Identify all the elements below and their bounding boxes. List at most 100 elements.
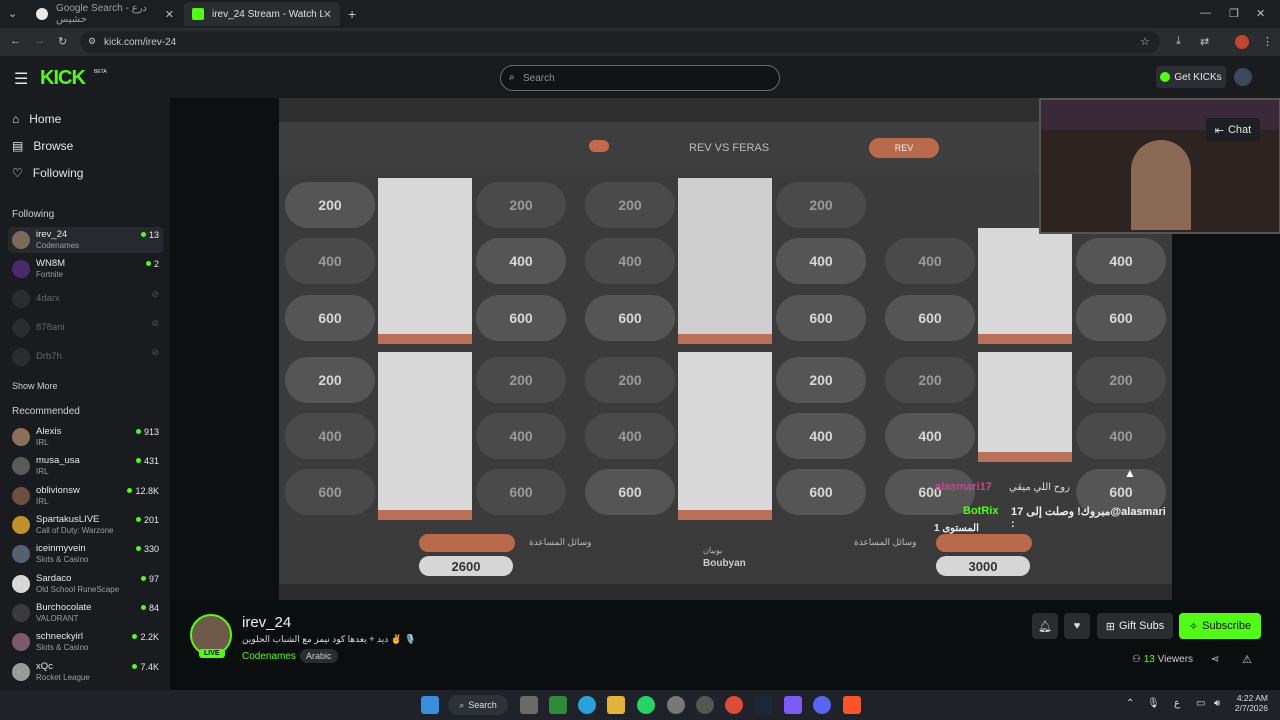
avatar — [12, 319, 30, 337]
recommended-channel[interactable]: musa_usa IRL 431 — [8, 453, 163, 479]
recommended-channel[interactable]: iceinmyvein Slots & Casino 330 — [8, 541, 163, 567]
get-kicks-button[interactable]: Get KICKs — [1156, 66, 1226, 88]
translate-icon[interactable]: ⇄ — [1200, 35, 1209, 48]
task-view-icon[interactable] — [520, 696, 538, 714]
user-avatar[interactable] — [1234, 68, 1252, 86]
sidebar-item-home[interactable]: ⌂ Home — [12, 112, 61, 126]
following-channel-wn8m[interactable]: WN8M Fortnite 2 — [8, 256, 163, 282]
viewer-count: 431 — [136, 456, 159, 466]
sidebar-item-following[interactable]: ♡ Following — [12, 166, 83, 180]
xbox-icon[interactable] — [549, 696, 567, 714]
channel-name: 4darx — [36, 293, 60, 304]
captured-taskbar — [279, 584, 1172, 600]
back-icon[interactable]: ← — [10, 35, 21, 47]
score-tile: 600 — [285, 469, 375, 515]
channel-name: Alexis — [36, 426, 62, 437]
channel-name: irev_24 — [36, 229, 68, 240]
avatar — [12, 348, 30, 366]
minimize-icon[interactable]: — — [1200, 7, 1211, 19]
discord-icon[interactable] — [813, 696, 831, 714]
network-icon[interactable]: ▭ — [1196, 698, 1205, 709]
right-score: 3000 — [936, 556, 1030, 576]
channel-category: VALORANT — [36, 614, 79, 623]
follow-button[interactable]: ♥ — [1064, 613, 1090, 639]
left-team-pill — [419, 534, 515, 552]
app-icon[interactable] — [784, 696, 802, 714]
subscribe-button[interactable]: ✧ Subscribe — [1179, 613, 1261, 639]
channel-category: Fortnite — [36, 270, 64, 279]
viewer-count: 13 — [1143, 654, 1155, 665]
sidebar-item-browse[interactable]: ▤ Browse — [12, 139, 73, 153]
microphone-icon[interactable]: 🎙︎ — [1147, 698, 1160, 709]
show-more-link[interactable]: Show More — [12, 381, 58, 391]
score-tile: 200 — [285, 182, 375, 228]
left-score: 2600 — [419, 556, 513, 576]
bookmark-star-icon[interactable]: ☆ — [1140, 35, 1150, 48]
channel-name[interactable]: irev_24 — [242, 614, 291, 631]
search-placeholder: Search — [523, 72, 555, 84]
recommended-channel[interactable]: oblivionsw IRL 12.8K — [8, 483, 163, 509]
site-info-icon[interactable]: ⚙ — [88, 36, 96, 47]
maximize-icon[interactable]: ❐ — [1229, 7, 1239, 20]
recommended-channel[interactable]: Alexis IRL 913 — [8, 424, 163, 450]
following-channel-878ani[interactable]: 878ani ⊘ — [8, 315, 163, 341]
settings-icon[interactable] — [667, 696, 685, 714]
close-tab-icon[interactable]: ✕ — [323, 8, 332, 21]
volume-icon[interactable]: 🔊︎ — [1214, 698, 1220, 709]
overlay-msg-3: المستوى 1 — [934, 523, 979, 534]
close-tab-icon[interactable]: ✕ — [165, 8, 174, 21]
chat-toggle-button[interactable]: ⇤ Chat — [1206, 118, 1260, 142]
following-channel-drb7h[interactable]: Drb7h ⊘ — [8, 344, 163, 370]
tab-google-search[interactable]: Google Search - درع حشيس ✕ — [28, 2, 182, 26]
channel-category: Rocket League — [36, 673, 90, 682]
tab-kick-stream[interactable]: irev_24 Stream - Watch Live on ✕ — [184, 2, 340, 26]
recommended-channel[interactable]: schneckyirl Slots & Casino 2.2K — [8, 629, 163, 655]
brave-icon[interactable] — [843, 696, 861, 714]
category-link[interactable]: Codenames — [242, 651, 296, 662]
score-tile: 600 — [885, 295, 975, 341]
gift-subs-button[interactable]: ⊞ Gift Subs — [1097, 613, 1173, 639]
viewer-counter: ⚇ 13 Viewers — [1132, 654, 1193, 665]
letters-card — [378, 352, 472, 520]
telegram-icon[interactable] — [578, 696, 596, 714]
tab-search-icon[interactable]: ⌄ — [8, 7, 17, 20]
notification-bell-button[interactable]: 🔔︎ — [1032, 613, 1058, 639]
recommended-channel[interactable]: SpartakusLIVE Call of Duty: Warzone 201 — [8, 512, 163, 538]
chat-label: Chat — [1227, 124, 1252, 136]
share-icon[interactable]: ⋖ — [1211, 654, 1219, 665]
kick-logo[interactable]: KICK — [40, 67, 86, 90]
following-section-title: Following — [12, 209, 55, 220]
url-field[interactable]: ⚙ kick.com/irev-24 ☆ — [80, 31, 1160, 53]
steam-icon[interactable] — [754, 696, 772, 714]
tag-pill[interactable]: Arabic — [300, 649, 338, 663]
whatsapp-icon[interactable] — [637, 696, 655, 714]
search-input[interactable]: ⌕ Search — [500, 65, 780, 91]
recommended-channel[interactable]: Sardaco Old School RuneScape 97 — [8, 571, 163, 597]
following-channel-irev24[interactable]: irev_24 Codenames 13 — [8, 227, 163, 253]
left-help-label: وسائل المساعدة — [529, 537, 592, 547]
profile-avatar[interactable] — [1235, 35, 1249, 49]
download-icon[interactable]: ⤓ — [1176, 35, 1181, 48]
windows-start-icon[interactable] — [421, 696, 439, 714]
steam-alt-icon[interactable] — [696, 696, 714, 714]
clock[interactable]: 4:22 AM 2/7/2026 — [1232, 693, 1268, 713]
new-tab-icon[interactable]: + — [348, 6, 356, 22]
taskbar-search[interactable]: ⌕ Search — [448, 695, 508, 715]
channel-name: SpartakusLIVE — [36, 514, 100, 525]
browser-tab-bar: ⌄ Google Search - درع حشيس ✕ irev_24 Str… — [0, 0, 1280, 28]
channel-name: Drb7h — [36, 351, 62, 362]
forward-icon[interactable]: → — [34, 35, 45, 47]
menu-dots-icon[interactable]: ⋮ — [1262, 35, 1273, 48]
recommended-channel[interactable]: xQc Rocket League 7.4K — [8, 659, 163, 685]
report-icon[interactable]: ⚠ — [1242, 653, 1252, 666]
following-channel-4darx[interactable]: 4darx ⊘ — [8, 286, 163, 312]
video-player[interactable]: REV VS FERAS REV 200 200 200 200 200 400 400 40… — [170, 98, 1280, 600]
close-window-icon[interactable]: ✕ — [1256, 7, 1265, 20]
hamburger-menu-icon[interactable]: ☰ — [14, 69, 28, 89]
language-indicator[interactable]: ع — [1174, 698, 1180, 709]
tray-chevron-icon[interactable]: ⌃ — [1126, 698, 1134, 709]
chrome-icon[interactable] — [725, 696, 743, 714]
reload-icon[interactable]: ↻ — [58, 35, 67, 48]
recommended-channel[interactable]: Burchocolate VALORANT 84 — [8, 600, 163, 626]
file-explorer-icon[interactable] — [607, 696, 625, 714]
